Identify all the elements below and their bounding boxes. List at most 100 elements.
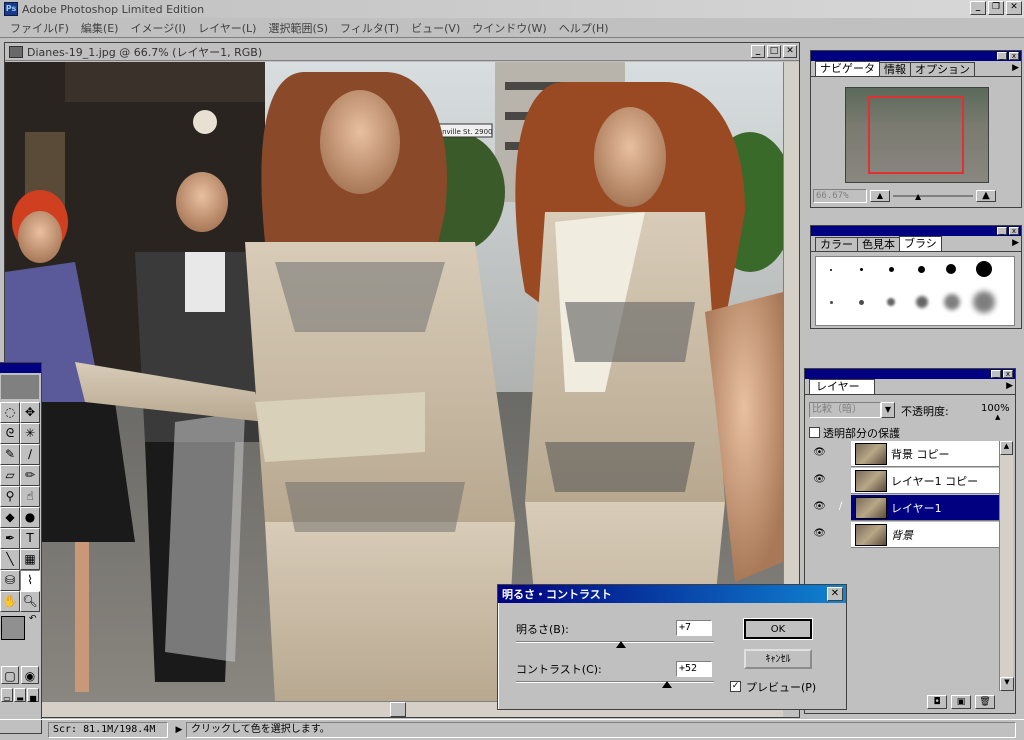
layer-link-slot[interactable] [831,467,851,494]
brush-5[interactable] [946,264,956,274]
brush-6[interactable] [976,261,992,277]
blend-mode-value[interactable]: 比較（暗） [809,402,881,418]
tab-brushes[interactable]: ブラシ [899,236,942,251]
menu-select[interactable]: 選択範囲(S) [262,20,334,36]
doc-minimize-button[interactable]: _ [751,45,765,58]
menu-filter[interactable]: フィルタ(T) [334,20,405,36]
navigator-view-box[interactable] [868,96,964,174]
screen-mode-2-icon[interactable]: ▬ [14,688,26,703]
cancel-button[interactable]: ｷｬﾝｾﾙ [744,649,812,669]
pen-tool-icon[interactable]: ✒ [0,528,20,549]
brushes-panel-title[interactable]: _ x [811,226,1021,236]
quick-mask-icon[interactable]: ◉ [21,666,39,684]
visibility-eye-icon[interactable]: 👁︎ [809,440,831,467]
magic-wand-tool-icon[interactable]: ✳ [20,423,40,444]
layer-row-layer1-copy[interactable]: 👁︎ レイヤー1 コピー [809,467,1005,494]
screen-mode-1-icon[interactable]: ▭ [1,688,13,703]
maximize-button[interactable]: ❐ [988,1,1004,15]
line-tool-icon[interactable]: ╲ [0,549,20,570]
eraser-tool-icon[interactable]: ▱ [0,465,20,486]
panel-menu-arrow-icon[interactable]: ▶ [1012,63,1019,73]
trash-icon[interactable]: 🗑︎ [975,695,995,709]
preserve-transparency-checkbox[interactable] [809,427,820,438]
eyedropper-tool-icon[interactable]: ⌇ [20,570,40,591]
zoom-out-icon[interactable]: ▲ [870,190,890,202]
menu-window[interactable]: ウインドウ(W) [466,20,552,36]
layers-minimize-button[interactable]: _ [991,370,1001,378]
layers-panel-title[interactable]: _ x [805,369,1015,379]
navigator-minimize-button[interactable]: _ [997,52,1007,60]
zoom-slider[interactable]: ▲ [893,190,973,202]
panel-menu-arrow-icon[interactable]: ▶ [1006,381,1013,391]
menu-layer[interactable]: レイヤー(L) [192,20,262,36]
airbrush-tool-icon[interactable]: ✎ [0,444,20,465]
brightness-input[interactable]: +7 [676,620,712,636]
paintbrush-tool-icon[interactable]: ∕ [20,444,40,465]
smudge-tool-icon[interactable]: ☝ [20,486,40,507]
layers-scrollbar[interactable]: ▲ ▼ [999,441,1014,691]
type-tool-icon[interactable]: T [20,528,40,549]
standard-mode-icon[interactable]: ▢ [1,666,19,684]
brush-12[interactable] [973,291,995,313]
menu-view[interactable]: ビュー(V) [405,20,466,36]
foreground-color-swatch[interactable] [1,616,25,640]
new-layer-icon[interactable]: ▣ [951,695,971,709]
zoom-in-icon[interactable]: ▲ [976,190,996,202]
brushes-close-button[interactable]: x [1009,227,1019,235]
scroll-down-icon[interactable]: ▼ [1000,677,1014,691]
dodge-tool-icon[interactable]: ● [20,507,40,528]
minimize-button[interactable]: _ [970,1,986,15]
tab-info[interactable]: 情報 [879,62,911,76]
navigator-preview[interactable] [845,87,989,183]
layers-close-button[interactable]: x [1003,370,1013,378]
status-menu-arrow-icon[interactable]: ▶ [172,725,186,735]
preview-checkbox[interactable]: ✓ [730,681,741,692]
layer-row-background[interactable]: 👁︎ 背景 [809,521,1005,548]
menu-edit[interactable]: 編集(E) [75,20,125,36]
menu-help[interactable]: ヘルプ(H) [553,20,615,36]
layer-mask-icon[interactable]: ◘ [927,695,947,709]
brush-9[interactable] [887,298,895,306]
marquee-tool-icon[interactable]: ◌ [0,402,20,423]
menu-file[interactable]: ファイル(F) [4,20,75,36]
document-title-bar[interactable]: Dianes-19_1.jpg @ 66.7% (レイヤー1, RGB) _ □… [5,43,799,61]
horizontal-scroll-thumb[interactable] [390,702,406,717]
ok-button[interactable]: OK [743,618,813,640]
blur-tool-icon[interactable]: ◆ [0,507,20,528]
zoom-tool-icon[interactable]: 🔍︎ [20,591,40,612]
hand-tool-icon[interactable]: ✋ [0,591,20,612]
brush-8[interactable] [859,300,864,305]
gradient-tool-icon[interactable]: ▦ [20,549,40,570]
dialog-title-bar[interactable]: 明るさ・コントラスト ✕ [498,585,846,603]
contrast-slider-track[interactable] [516,681,714,683]
layer-row-layer1[interactable]: 👁︎ ∕ レイヤー1 [809,494,1005,521]
paint-bucket-tool-icon[interactable]: ⛁ [0,570,20,591]
doc-close-button[interactable]: ✕ [783,45,797,58]
screen-mode-3-icon[interactable]: ■ [27,688,39,703]
scratch-size-readout[interactable]: Scr: 81.1M/198.4M [48,722,168,738]
brush-grid[interactable] [815,256,1015,326]
stamp-tool-icon[interactable]: ⚲ [0,486,20,507]
menu-image[interactable]: イメージ(I) [124,20,192,36]
contrast-input[interactable]: +52 [676,661,712,677]
brushes-minimize-button[interactable]: _ [997,227,1007,235]
tab-navigator[interactable]: ナビゲータ [815,61,880,76]
tab-color[interactable]: カラー [815,237,858,251]
opacity-slider-triangle-icon[interactable]: ▲ [995,413,1000,421]
scroll-up-icon[interactable]: ▲ [1000,441,1013,455]
doc-maximize-button[interactable]: □ [767,45,781,58]
chevron-down-icon[interactable]: ▼ [881,402,895,418]
close-button[interactable]: ✕ [1006,1,1022,15]
navigator-panel-title[interactable]: _ x [811,51,1021,61]
contrast-slider-handle[interactable] [662,681,672,688]
paintbrush-icon[interactable]: ∕ [831,494,851,521]
visibility-eye-icon[interactable]: 👁︎ [809,494,831,521]
tab-options[interactable]: オプション [910,62,975,76]
visibility-eye-icon[interactable]: 👁︎ [809,467,831,494]
pencil-tool-icon[interactable]: ✏ [20,465,40,486]
dialog-close-icon[interactable]: ✕ [827,587,843,601]
brush-1[interactable] [830,269,832,271]
brush-10[interactable] [916,296,928,308]
brightness-slider-track[interactable] [516,641,714,643]
zoom-value-field[interactable]: 66.67% [813,189,867,203]
